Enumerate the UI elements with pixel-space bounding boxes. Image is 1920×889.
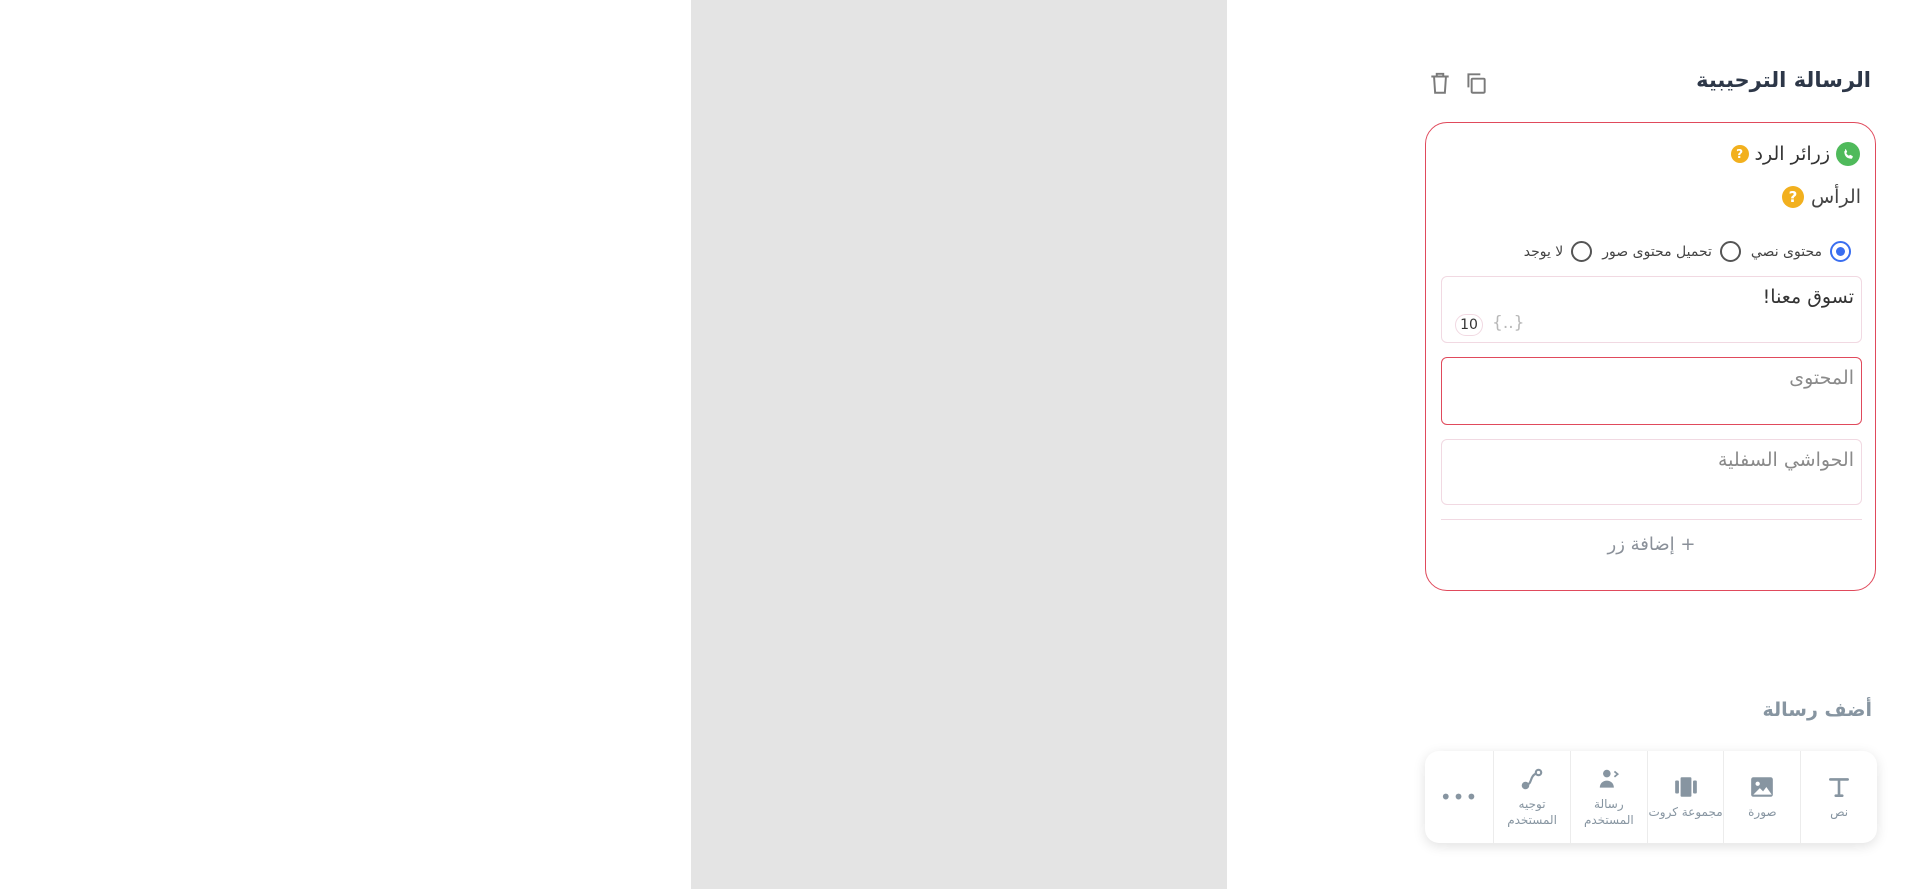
radio-button[interactable]	[1830, 241, 1851, 262]
add-message-title: أضف رسالة	[1762, 699, 1872, 721]
more-icon: •••	[1439, 785, 1479, 809]
more-button[interactable]: •••	[1425, 751, 1493, 843]
header-section-heading: الرأس ?	[1781, 186, 1861, 208]
quick-reply-help-icon[interactable]: ?	[1730, 145, 1749, 163]
tool-text[interactable]: نص	[1800, 751, 1877, 843]
message-type-toolbar: نص صورة مجموعة كروت رسالة المستخدم توجيه…	[1425, 751, 1877, 843]
content-field[interactable]: المحتوى	[1441, 357, 1862, 425]
card-title: الرسالة الترحيبية	[1696, 68, 1871, 92]
header-text-value[interactable]: تسوق معنا!	[1763, 286, 1854, 308]
header-label: الرأس	[1810, 186, 1861, 208]
message-card: الرسالة الترحيبية زرائر الرد ? الرأس ? م…	[1404, 18, 1899, 869]
user-message-icon	[1599, 769, 1619, 788]
header-type-radio-group: محتوى نصي تحميل محتوى صور لا يوجد	[1524, 241, 1851, 262]
insert-variable-button[interactable]: {..}	[1492, 313, 1524, 333]
divider	[1441, 519, 1862, 520]
whatsapp-icon	[1836, 142, 1860, 166]
header-text-field[interactable]: تسوق معنا! {..} 10	[1441, 276, 1862, 343]
radio-button[interactable]	[1719, 241, 1741, 262]
route-icon	[1521, 768, 1543, 790]
editor-panel-background: الرسالة الترحيبية زرائر الرد ? الرأس ? م…	[691, 0, 1899, 889]
tool-route-user[interactable]: توجيه المستخدم	[1493, 751, 1570, 843]
quick-reply-box: زرائر الرد ? الرأس ? محتوى نصي تحميل محت…	[1425, 122, 1876, 591]
image-icon	[1751, 777, 1774, 797]
character-counter: 10	[1455, 314, 1483, 336]
quick-reply-label: زرائر الرد	[1754, 143, 1830, 165]
copy-icon[interactable]	[1463, 70, 1489, 96]
footer-placeholder: الحواشي السفلية	[1717, 449, 1854, 471]
carousel-icon	[1674, 777, 1697, 797]
radio-text-content[interactable]: محتوى نصي	[1751, 241, 1851, 262]
text-icon	[1829, 778, 1850, 797]
radio-label: تحميل محتوى صور	[1602, 243, 1712, 260]
content-placeholder: المحتوى	[1789, 367, 1854, 389]
radio-button[interactable]	[1571, 241, 1593, 262]
radio-image-upload[interactable]: تحميل محتوى صور	[1602, 241, 1741, 262]
radio-label: محتوى نصي	[1750, 243, 1822, 260]
footer-field[interactable]: الحواشي السفلية	[1441, 439, 1862, 505]
tool-carousel[interactable]: مجموعة كروت	[1646, 751, 1724, 843]
radio-label: لا يوجد	[1523, 243, 1564, 260]
tool-label: صورة	[1748, 805, 1777, 819]
tool-label: نص	[1830, 805, 1849, 819]
tool-label: مجموعة كروت	[1648, 805, 1723, 819]
tool-user-message[interactable]: رسالة المستخدم	[1569, 751, 1647, 843]
tool-label: رسالة المستخدم	[1583, 797, 1634, 827]
header-help-icon[interactable]: ?	[1781, 186, 1804, 208]
tool-image[interactable]: صورة	[1723, 751, 1800, 843]
add-button[interactable]: + إضافة زر	[1426, 534, 1877, 555]
tool-label: توجيه المستخدم	[1507, 797, 1557, 827]
radio-none[interactable]: لا يوجد	[1524, 241, 1593, 262]
trash-icon[interactable]	[1427, 70, 1453, 96]
quick-reply-heading: زرائر الرد ?	[1730, 142, 1860, 166]
